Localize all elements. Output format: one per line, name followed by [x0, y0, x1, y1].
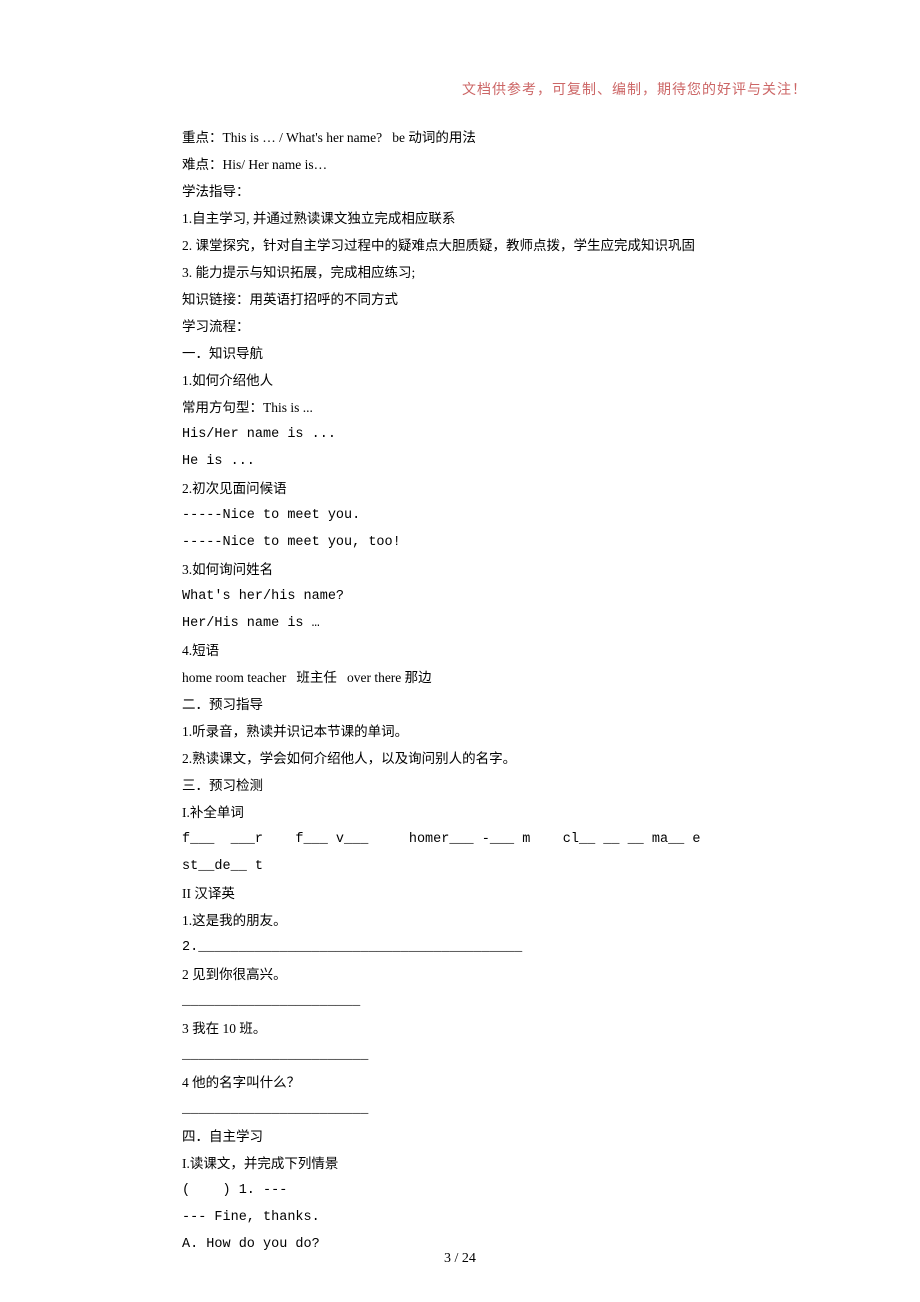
line-ask-name-title: 3.如何询问姓名 — [182, 556, 812, 583]
line-translate-3-blank: _______________________ — [182, 1042, 812, 1069]
line-difficulty: 难点：His/ Her name is… — [182, 151, 812, 178]
document-body: 重点：This is … / What's her name? be 动词的用法… — [182, 124, 812, 1258]
section-3-title: 三．预习检测 — [182, 772, 812, 799]
line-pattern-3: He is ... — [182, 448, 812, 475]
line-translate-4-blank: _______________________ — [182, 1096, 812, 1123]
line-blank-words-2: st__de__ t — [182, 853, 812, 880]
line-greeting-1: -----Nice to meet you. — [182, 502, 812, 529]
line-method-1: 1.自主学习, 并通过熟读课文独立完成相应联系 — [182, 205, 812, 232]
section-1-title: 一．知识导航 — [182, 340, 812, 367]
line-process-title: 学习流程： — [182, 313, 812, 340]
line-greeting-title: 2.初次见面问候语 — [182, 475, 812, 502]
line-translate-title: II 汉译英 — [182, 880, 812, 907]
line-phrase-title: 4.短语 — [182, 637, 812, 664]
line-pattern-2: His/Her name is ... — [182, 421, 812, 448]
line-preview-2: 2.熟读课文，学会如何介绍他人，以及询问别人的名字。 — [182, 745, 812, 772]
line-greeting-2: -----Nice to meet you, too! — [182, 529, 812, 556]
header-note: 文档供参考，可复制、编制，期待您的好评与关注！ — [462, 79, 807, 99]
line-sentence-pattern: 常用方句型：This is ... — [182, 394, 812, 421]
line-method-3: 3. 能力提示与知识拓展，完成相应练习; — [182, 259, 812, 286]
line-preview-1: 1.听录音，熟读并识记本节课的单词。 — [182, 718, 812, 745]
line-intro-others: 1.如何介绍他人 — [182, 367, 812, 394]
line-translate-2-blank: ______________________ — [182, 988, 812, 1015]
section-2-title: 二．预习指导 — [182, 691, 812, 718]
section-4-title: 四．自主学习 — [182, 1123, 812, 1150]
line-complete-words-title: I.补全单词 — [182, 799, 812, 826]
line-exercise-1: ( ) 1. --- — [182, 1177, 812, 1204]
line-exercise-1-answer: --- Fine, thanks. — [182, 1204, 812, 1231]
line-translate-1: 1.这是我的朋友。 — [182, 907, 812, 934]
line-method-2: 2. 课堂探究，针对自主学习过程中的疑难点大胆质疑，教师点拨，学生应完成知识巩固 — [182, 232, 812, 259]
line-ask-name-2: Her/His name is … — [182, 610, 812, 637]
line-translate-2: 2 见到你很高兴。 — [182, 961, 812, 988]
line-knowledge-link: 知识链接：用英语打招呼的不同方式 — [182, 286, 812, 313]
line-translate-3: 3 我在 10 班。 — [182, 1015, 812, 1042]
line-phrase-content: home room teacher 班主任 over there 那边 — [182, 664, 812, 691]
line-translate-1-blank: 2.______________________________________… — [182, 934, 812, 961]
line-translate-4: 4 他的名字叫什么？ — [182, 1069, 812, 1096]
page-number: 3 / 24 — [0, 1251, 920, 1267]
line-self-study-1: I.读课文，并完成下列情景 — [182, 1150, 812, 1177]
line-method-title: 学法指导： — [182, 178, 812, 205]
line-emphasis: 重点：This is … / What's her name? be 动词的用法 — [182, 124, 812, 151]
line-ask-name-1: What's her/his name? — [182, 583, 812, 610]
line-blank-words-1: f___ ___r f___ v___ homer___ -___ m cl__… — [182, 826, 812, 853]
